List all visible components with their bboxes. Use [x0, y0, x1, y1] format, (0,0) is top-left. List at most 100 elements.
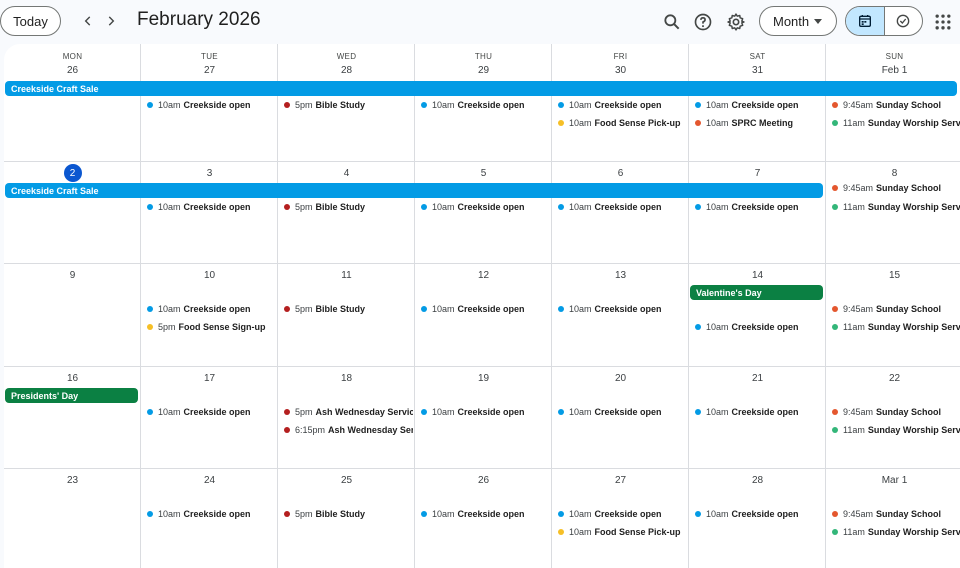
day-number[interactable]: 27 [141, 65, 278, 76]
calendar-event[interactable]: 10am Creekside open [558, 507, 687, 521]
calendar-event[interactable]: 5pm Bible Study [284, 200, 413, 214]
calendar-event[interactable]: 11amSunday Worship Service [832, 423, 960, 437]
calendar-event[interactable]: 10am Creekside open [147, 507, 276, 521]
day-number[interactable]: 28 [689, 475, 826, 486]
all-day-event[interactable]: Valentine's Day [690, 285, 823, 300]
day-number[interactable]: 16 [4, 373, 141, 384]
calendar-event[interactable]: 9:45am Sunday School [832, 302, 960, 316]
calendar-event[interactable]: 9:45am Sunday School [832, 405, 960, 419]
calendar-event[interactable]: 11amSunday Worship Service [832, 200, 960, 214]
event-title: Creekside open [183, 304, 251, 314]
day-number[interactable]: 13 [552, 270, 689, 281]
apps-grid-icon[interactable] [929, 8, 957, 36]
day-number[interactable]: 22 [826, 373, 960, 384]
all-day-event[interactable]: Creekside Craft Sale [5, 183, 823, 198]
calendar-event[interactable]: 11amSunday Worship Service [832, 116, 960, 130]
search-icon[interactable] [658, 8, 686, 36]
calendar-event[interactable]: 10am Creekside open [558, 302, 687, 316]
day-number[interactable]: 30 [552, 65, 689, 76]
event-title: Ash Wednesday Service [328, 424, 413, 435]
day-number[interactable]: 14 [689, 270, 826, 281]
day-number[interactable]: 20 [552, 373, 689, 384]
calendar-event[interactable]: 10am Creekside open [421, 98, 550, 112]
day-number[interactable]: 21 [689, 373, 826, 384]
day-number[interactable]: 29 [415, 65, 552, 76]
calendar-event[interactable]: 10am Creekside open [558, 200, 687, 214]
event-title: Sunday Worship Service [867, 202, 960, 212]
day-number[interactable]: 25 [278, 475, 415, 486]
event-time: 11am [843, 424, 865, 435]
day-number[interactable]: 18 [278, 373, 415, 384]
tasks-icon[interactable] [885, 7, 923, 35]
day-number[interactable]: Mar 1 [826, 475, 960, 486]
day-number[interactable]: 26 [415, 475, 552, 486]
day-number[interactable]: 27 [552, 475, 689, 486]
calendar-event[interactable]: 10am Creekside open [421, 200, 550, 214]
calendar-icon[interactable] [846, 7, 885, 35]
day-number[interactable]: 9 [4, 270, 141, 281]
calendar-event[interactable]: 5pm Bible Study [284, 507, 413, 521]
view-select[interactable]: Month [759, 6, 837, 36]
event-title: Bible Study [315, 304, 366, 314]
calendar-event[interactable]: 5pm Ash Wednesday Service [284, 405, 413, 419]
calendar-event[interactable]: 10am Creekside open [695, 320, 824, 334]
day-number[interactable]: 7 [689, 168, 826, 179]
day-number[interactable]: 28 [278, 65, 415, 76]
calendar-event[interactable]: 5pm Bible Study [284, 98, 413, 112]
day-number[interactable]: Feb 1 [826, 65, 960, 76]
day-number[interactable]: 12 [415, 270, 552, 281]
event-title: Creekside open [183, 407, 251, 417]
calendar-event[interactable]: 10am Creekside open [558, 405, 687, 419]
calendar-event[interactable]: 10am Creekside open [147, 302, 276, 316]
calendar-event[interactable]: 5pm Bible Study [284, 302, 413, 316]
calendar-event[interactable]: 10am SPRC Meeting [695, 116, 824, 130]
calendar-event[interactable]: 6:15pmAsh Wednesday Service [284, 423, 413, 437]
day-number[interactable]: 4 [278, 168, 415, 179]
calendar-event[interactable]: 10am Creekside open [695, 507, 824, 521]
calendar-event[interactable]: 10am Creekside open [421, 302, 550, 316]
calendar-event[interactable]: 5pm Food Sense Sign-up [147, 320, 276, 334]
day-number[interactable]: 10 [141, 270, 278, 281]
calendar-event[interactable]: 10am Creekside open [147, 200, 276, 214]
calendar-event[interactable]: 10am Creekside open [695, 405, 824, 419]
event-title: Creekside open [731, 407, 799, 417]
event-dot [695, 102, 701, 108]
chevron-right-icon[interactable] [99, 9, 123, 33]
calendar-event[interactable]: 11amSunday Worship Service [832, 525, 960, 539]
calendar-event[interactable]: 10am Creekside open [695, 200, 824, 214]
calendar-event[interactable]: 9:45am Sunday School [832, 181, 960, 195]
day-number[interactable]: 6 [552, 168, 689, 179]
day-number[interactable]: 15 [826, 270, 960, 281]
day-number[interactable]: 8 [826, 168, 960, 179]
all-day-event[interactable]: Presidents' Day [5, 388, 138, 403]
chevron-left-icon[interactable] [76, 9, 100, 33]
day-number[interactable]: 17 [141, 373, 278, 384]
calendar-event[interactable]: 9:45am Sunday School [832, 507, 960, 521]
event-dot [147, 409, 153, 415]
day-number[interactable]: 3 [141, 168, 278, 179]
calendar-event[interactable]: 10am Food Sense Pick-up [558, 525, 687, 539]
all-day-event[interactable]: Creekside Craft Sale [5, 81, 957, 96]
day-number[interactable]: 19 [415, 373, 552, 384]
calendar-event[interactable]: 11amSunday Worship Service [832, 320, 960, 334]
calendar-event[interactable]: 10am Creekside open [147, 405, 276, 419]
day-number[interactable]: 23 [4, 475, 141, 486]
day-number[interactable]: 5 [415, 168, 552, 179]
calendar-event[interactable]: 9:45am Sunday School [832, 98, 960, 112]
calendar-event[interactable]: 10am Creekside open [421, 507, 550, 521]
today-button[interactable]: Today [0, 6, 61, 36]
day-number[interactable]: 24 [141, 475, 278, 486]
calendar-event[interactable]: 10am Creekside open [695, 98, 824, 112]
calendar-event[interactable]: 10am Creekside open [421, 405, 550, 419]
event-time: 5pm [295, 407, 313, 417]
calendar-event[interactable]: 10am Creekside open [147, 98, 276, 112]
calendar-event[interactable]: 10am Food Sense Pick-up [558, 116, 687, 130]
day-number[interactable]: 26 [4, 65, 141, 76]
help-icon[interactable] [689, 8, 717, 36]
event-time: 10am [432, 202, 455, 212]
gear-icon[interactable] [722, 8, 750, 36]
calendar-event[interactable]: 10am Creekside open [558, 98, 687, 112]
day-number[interactable]: 11 [278, 270, 415, 281]
today-date-badge[interactable]: 2 [63, 164, 82, 182]
day-number[interactable]: 31 [689, 65, 826, 76]
